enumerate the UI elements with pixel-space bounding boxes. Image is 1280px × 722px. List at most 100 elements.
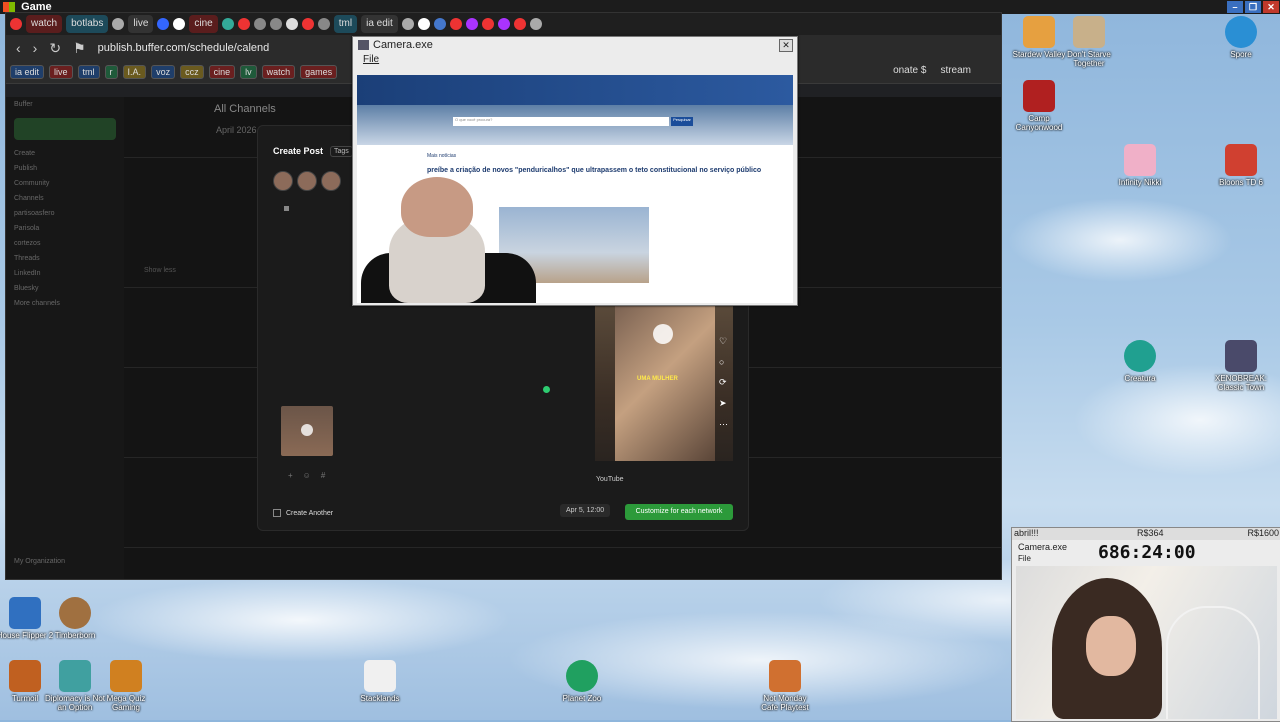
- tab-icon[interactable]: [237, 18, 250, 30]
- desktop-icon-camp-canyonwood[interactable]: Camp Canyonwood: [1009, 80, 1069, 132]
- bookmark-live[interactable]: live: [49, 65, 73, 79]
- customize-button[interactable]: Customize for each network: [625, 504, 733, 520]
- site-search-input: O que você procura?: [453, 117, 669, 126]
- tab-close-icon[interactable]: [417, 18, 430, 30]
- sidebar-item-community[interactable]: Community: [6, 176, 124, 191]
- tab-icon[interactable]: [449, 18, 462, 30]
- icon-label: Mega Quiz Gaming: [106, 694, 146, 712]
- sidebar-item-create[interactable]: Create: [6, 146, 124, 161]
- new-post-button[interactable]: [14, 118, 116, 140]
- close-icon[interactable]: ✕: [779, 39, 793, 52]
- tab-live[interactable]: live: [128, 15, 154, 33]
- tab-icon[interactable]: [401, 18, 414, 30]
- repeat-icon: ⟳: [719, 377, 727, 387]
- back-icon[interactable]: ‹: [16, 40, 21, 56]
- presenter-head: [401, 177, 473, 237]
- bookmark-icon[interactable]: ⚑: [73, 40, 86, 57]
- tab-tml[interactable]: tml: [333, 15, 358, 33]
- tab-icon[interactable]: [465, 18, 478, 30]
- desktop-icon-planet-zoo[interactable]: Planet Zoo: [552, 660, 612, 703]
- bookmark-watch[interactable]: watch: [261, 65, 296, 79]
- avatar[interactable]: [321, 171, 341, 191]
- desktop-icon-timberborn[interactable]: Timberborn: [45, 597, 105, 640]
- sidebar-channel[interactable]: Bluesky: [6, 281, 124, 296]
- streamer-face: [1086, 616, 1136, 676]
- tab-icon[interactable]: [253, 18, 266, 30]
- restore-button[interactable]: ❐: [1245, 1, 1261, 13]
- checkbox-icon[interactable]: [273, 509, 281, 517]
- avatar[interactable]: [273, 171, 293, 191]
- desktop-icon-spore[interactable]: Spore: [1211, 16, 1271, 59]
- tab-icon[interactable]: [317, 18, 330, 30]
- bookmark-tml[interactable]: tml: [77, 65, 100, 79]
- tab-ia-edit[interactable]: ia edit: [361, 15, 398, 33]
- subathon-timer: 686:24:00: [1098, 542, 1196, 563]
- show-less-link[interactable]: Show less: [144, 267, 176, 274]
- desktop-icon-not-monday-cafe[interactable]: Not Monday Cafe Playtest: [755, 660, 815, 712]
- tab-icon[interactable]: [481, 18, 494, 30]
- bookmark-games[interactable]: games: [300, 65, 338, 79]
- tab-icon[interactable]: [301, 18, 314, 30]
- bookmark-ia-edit[interactable]: ia edit: [10, 65, 45, 79]
- minimize-button[interactable]: –: [1227, 1, 1243, 13]
- desktop-icon-creatura[interactable]: Creatura: [1110, 340, 1170, 383]
- text-cursor: [284, 206, 289, 211]
- sidebar-organization[interactable]: My Organization: [6, 554, 73, 569]
- sidebar-logo: Buffer: [14, 101, 33, 108]
- goal-current: R$364: [1137, 528, 1164, 538]
- tab-icon[interactable]: [173, 18, 186, 30]
- desktop-icon-xenobreak[interactable]: XENOBREAK: Classic Town: [1211, 340, 1271, 392]
- emoji-icon[interactable]: ☺: [303, 471, 311, 480]
- tab-cine[interactable]: cine: [189, 15, 218, 33]
- close-button[interactable]: ✕: [1263, 1, 1279, 13]
- bookmark-r[interactable]: r: [104, 65, 118, 79]
- desktop-icon-mega-quiz[interactable]: Mega Quiz Gaming: [96, 660, 156, 712]
- tab-icon[interactable]: [285, 18, 298, 30]
- hashtag-icon[interactable]: #: [321, 471, 325, 480]
- bookmark-donate[interactable]: onate $: [893, 65, 926, 76]
- facecam-menu-file[interactable]: File: [1018, 554, 1031, 563]
- sidebar-channel[interactable]: Parisola: [6, 221, 124, 236]
- play-icon[interactable]: [653, 324, 673, 344]
- sidebar-item-publish[interactable]: Publish: [6, 161, 124, 176]
- tab-icon[interactable]: [221, 18, 234, 30]
- add-icon[interactable]: +: [288, 471, 293, 480]
- sidebar-channel[interactable]: Threads: [6, 251, 124, 266]
- icon-label: Planet Zoo: [562, 694, 602, 703]
- tab-icon[interactable]: [513, 18, 526, 30]
- media-thumbnail[interactable]: [281, 406, 333, 456]
- sidebar-channel[interactable]: LinkedIn: [6, 266, 124, 281]
- tab-icon[interactable]: [112, 18, 125, 30]
- bookmark-ccz[interactable]: ccz: [180, 65, 204, 79]
- menu-file[interactable]: File: [353, 53, 797, 67]
- desktop-icon-bloons[interactable]: Bloons TD 6: [1211, 144, 1271, 187]
- tab-icon[interactable]: [529, 18, 542, 30]
- avatar[interactable]: [297, 171, 317, 191]
- bookmark-voz[interactable]: voz: [151, 65, 176, 79]
- forward-icon[interactable]: ›: [33, 40, 38, 56]
- desktop-icon-dont-starve[interactable]: Don't Starve Together: [1059, 16, 1119, 68]
- bookmark-cine[interactable]: cine: [208, 65, 236, 79]
- tab-botlabs[interactable]: botlabs: [66, 15, 109, 33]
- bookmark-stream[interactable]: stream: [940, 65, 971, 76]
- bookmark-ia[interactable]: I.A.: [122, 65, 147, 79]
- reload-icon[interactable]: ↻: [49, 40, 61, 57]
- sidebar-channel[interactable]: cortezos: [6, 236, 124, 251]
- sidebar-channel[interactable]: partisoasfero: [6, 206, 124, 221]
- bookmark-lv[interactable]: lv: [240, 65, 257, 79]
- icon-label: Bloons TD 6: [1219, 178, 1263, 187]
- tab-icon[interactable]: [269, 18, 282, 30]
- tab-icon[interactable]: [157, 18, 170, 30]
- sidebar-more-channels[interactable]: More channels: [6, 296, 124, 311]
- schedule-date-button[interactable]: Apr 5, 12:00: [560, 504, 611, 517]
- tags-button[interactable]: Tags: [330, 146, 353, 157]
- tab-watch[interactable]: watch: [26, 15, 63, 33]
- tab-icon[interactable]: [497, 18, 510, 30]
- desktop-icon-stacklands[interactable]: Stacklands: [350, 660, 410, 703]
- tab-icon[interactable]: [10, 18, 22, 30]
- tab-icon[interactable]: [433, 18, 446, 30]
- create-another-toggle[interactable]: Create Another: [273, 509, 333, 517]
- url-field[interactable]: publish.buffer.com/schedule/calend: [98, 42, 270, 54]
- icon-label: Not Monday Cafe Playtest: [761, 694, 809, 712]
- desktop-icon-infinity-nikki[interactable]: Infinity Nikki: [1110, 144, 1170, 187]
